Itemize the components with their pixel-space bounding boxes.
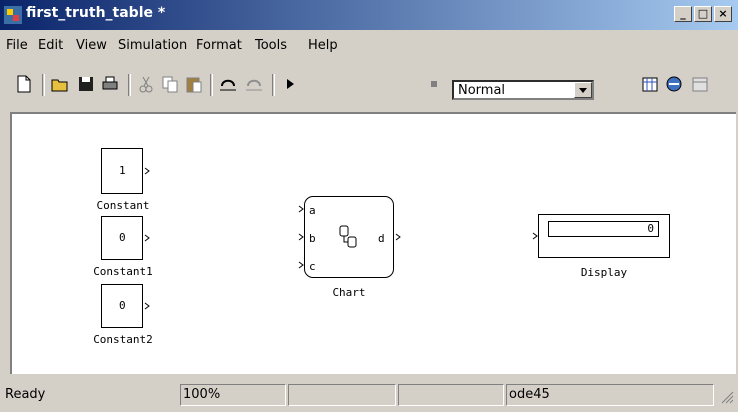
- cut-icon[interactable]: [136, 74, 156, 94]
- undo-icon[interactable]: [218, 74, 238, 94]
- status-state: Ready: [5, 387, 46, 402]
- chart-input-port-b: [298, 233, 304, 241]
- simulink-app-icon: [4, 6, 22, 24]
- menu-simulation[interactable]: Simulation: [118, 38, 187, 53]
- redo-icon[interactable]: [244, 74, 264, 94]
- port-arrows: [144, 167, 538, 310]
- menu-view[interactable]: View: [76, 38, 107, 53]
- dropdown-button[interactable]: [574, 82, 592, 98]
- window-title: first_truth_table *: [26, 5, 166, 21]
- toolbar-separator: [210, 74, 213, 96]
- chart-input-port-c: [298, 261, 304, 269]
- model-canvas[interactable]: 1 Constant 0 Constant1 0 Constant2 a b c…: [10, 112, 736, 374]
- constant1-output-port: [144, 234, 150, 242]
- minimize-button[interactable]: _: [674, 6, 692, 22]
- menu-format[interactable]: Format: [196, 38, 242, 53]
- chart-output-port: [395, 233, 401, 241]
- display-input-port: [532, 232, 538, 240]
- chevron-down-icon: [579, 88, 587, 93]
- menu-tools[interactable]: Tools: [255, 38, 287, 53]
- chart-input-port-a: [298, 205, 304, 213]
- resize-grip-icon[interactable]: [718, 388, 734, 404]
- save-icon[interactable]: [76, 74, 96, 94]
- status-bar: Ready 100% ode45: [0, 384, 738, 412]
- status-empty-cell: [288, 384, 396, 406]
- close-button[interactable]: ×: [714, 6, 732, 22]
- copy-icon[interactable]: [160, 74, 180, 94]
- play-icon[interactable]: [280, 74, 300, 94]
- title-bar[interactable]: first_truth_table * _ □ ×: [0, 0, 738, 30]
- status-empty-cell: [398, 384, 504, 406]
- model-explorer-icon[interactable]: [664, 74, 684, 94]
- menu-file[interactable]: File: [6, 38, 28, 53]
- debug-icon[interactable]: [690, 74, 710, 94]
- constant2-output-port: [144, 302, 150, 310]
- toolbar-separator: [42, 74, 45, 96]
- simulation-mode-select[interactable]: Normal: [452, 80, 594, 100]
- toolbar: [0, 66, 738, 100]
- menu-edit[interactable]: Edit: [38, 38, 63, 53]
- paste-icon[interactable]: [184, 74, 204, 94]
- status-zoom: 100%: [180, 384, 286, 406]
- constant-output-port: [144, 167, 150, 175]
- toolbar-separator: [272, 74, 275, 96]
- stop-icon[interactable]: [424, 74, 444, 94]
- menu-help[interactable]: Help: [308, 38, 338, 53]
- maximize-button[interactable]: □: [694, 6, 712, 22]
- simulink-window: first_truth_table * _ □ × File Edit View…: [0, 0, 738, 412]
- open-folder-icon[interactable]: [50, 74, 70, 94]
- new-file-icon[interactable]: [14, 74, 34, 94]
- toolbar-separator: [128, 74, 131, 96]
- library-browser-icon[interactable]: [640, 74, 660, 94]
- status-solver: ode45: [506, 384, 714, 406]
- simulation-mode-value: Normal: [458, 83, 506, 98]
- print-icon[interactable]: [100, 74, 120, 94]
